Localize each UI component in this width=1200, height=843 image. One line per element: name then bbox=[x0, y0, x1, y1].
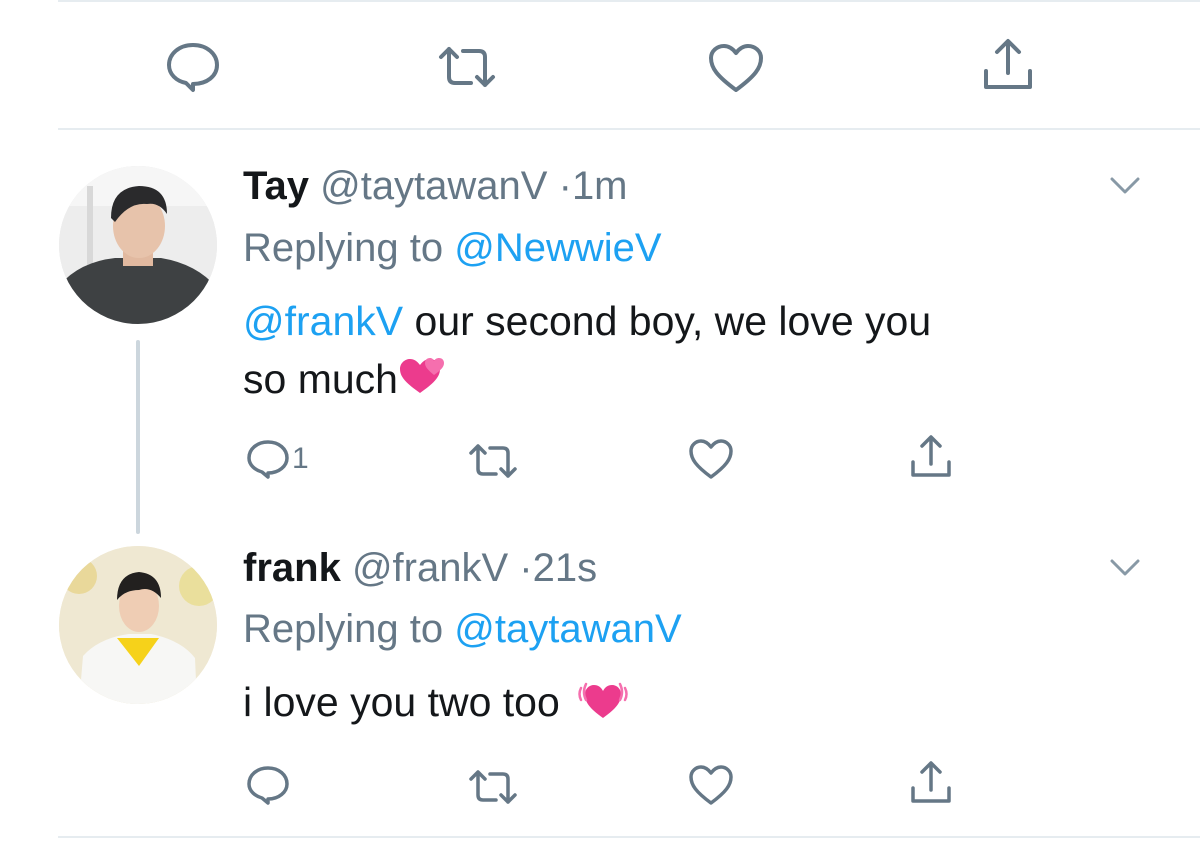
share-icon bbox=[908, 434, 954, 480]
tweet-text-body: i love you two too bbox=[243, 679, 560, 725]
bottom-divider bbox=[58, 836, 1200, 838]
retweet-icon bbox=[437, 45, 497, 89]
beating-heart-icon bbox=[577, 674, 629, 737]
reply-icon bbox=[246, 438, 290, 480]
mention-link[interactable]: @frankV bbox=[243, 298, 403, 344]
share-button[interactable] bbox=[908, 760, 954, 806]
like-button[interactable] bbox=[688, 764, 734, 806]
thread-line bbox=[136, 340, 140, 534]
top-divider bbox=[58, 0, 1200, 2]
retweet-icon bbox=[468, 769, 518, 805]
tweet-text-line2: so much bbox=[243, 356, 398, 402]
replying-to: Replying to @taytawanV bbox=[243, 607, 682, 652]
like-icon bbox=[707, 42, 765, 94]
replying-label: Replying to bbox=[243, 226, 444, 270]
chevron-down-icon bbox=[1110, 558, 1140, 578]
separator-dot: · bbox=[558, 164, 572, 208]
like-icon bbox=[688, 764, 734, 806]
timestamp[interactable]: 1m bbox=[572, 164, 628, 208]
tweet-menu-caret[interactable] bbox=[1110, 558, 1140, 578]
retweet-icon bbox=[468, 443, 518, 479]
chevron-down-icon bbox=[1110, 176, 1140, 196]
section-divider bbox=[58, 128, 1200, 130]
like-button[interactable] bbox=[707, 42, 765, 94]
retweet-button[interactable] bbox=[437, 45, 497, 89]
share-icon bbox=[908, 760, 954, 806]
like-button[interactable] bbox=[688, 438, 734, 480]
display-name[interactable]: Tay bbox=[243, 164, 309, 208]
replying-to: Replying to @NewwieV bbox=[243, 226, 662, 271]
avatar[interactable] bbox=[59, 166, 217, 324]
tweet-text: @frankV our second boy, we love you so m… bbox=[243, 292, 1063, 412]
replying-to-link[interactable]: @taytawanV bbox=[454, 607, 681, 651]
share-icon bbox=[980, 37, 1036, 93]
retweet-button[interactable] bbox=[468, 443, 518, 479]
separator-dot: · bbox=[519, 546, 533, 590]
replying-to-link[interactable]: @NewwieV bbox=[454, 226, 661, 270]
tweet-menu-caret[interactable] bbox=[1110, 176, 1140, 196]
reply-button[interactable] bbox=[165, 40, 221, 94]
avatar[interactable] bbox=[59, 546, 217, 704]
share-button[interactable] bbox=[980, 37, 1036, 93]
reply-count: 1 bbox=[292, 442, 309, 475]
replying-label: Replying to bbox=[243, 607, 444, 651]
timestamp[interactable]: 21s bbox=[533, 546, 598, 590]
share-button[interactable] bbox=[908, 434, 954, 480]
revolving-hearts-icon bbox=[398, 353, 446, 412]
like-icon bbox=[688, 438, 734, 480]
display-name[interactable]: frank bbox=[243, 546, 341, 590]
retweet-button[interactable] bbox=[468, 769, 518, 805]
tweet-header: Tay @taytawanV ·1m bbox=[243, 164, 628, 209]
user-handle[interactable]: @frankV bbox=[352, 546, 508, 590]
reply-icon bbox=[165, 40, 221, 94]
reply-button[interactable]: 1 bbox=[246, 438, 309, 480]
tweet-text: i love you two too bbox=[243, 673, 1063, 737]
tweet-header: frank @frankV ·21s bbox=[243, 546, 597, 591]
user-handle[interactable]: @taytawanV bbox=[320, 164, 547, 208]
reply-icon bbox=[246, 764, 290, 806]
reply-button[interactable] bbox=[246, 764, 292, 806]
tweet-text-rest: our second boy, we love you bbox=[414, 298, 932, 344]
